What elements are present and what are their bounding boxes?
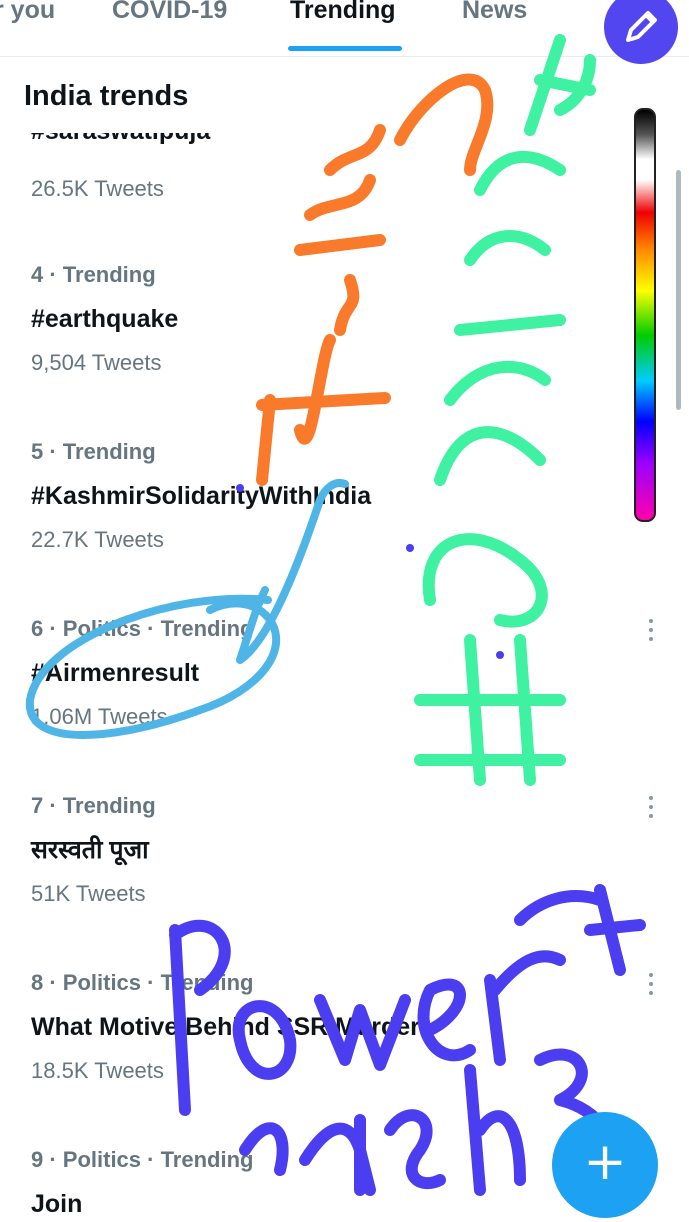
plus-icon: +: [583, 1132, 627, 1192]
orange-trending-annotation: [256, 73, 494, 486]
marker-annotations: [25, 34, 646, 1196]
blue-arrow-annotation: [236, 479, 349, 664]
green-hashtag-annotation: [414, 34, 596, 786]
new-tweet-fab[interactable]: +: [552, 1112, 658, 1218]
blue-circle-annotation: [25, 594, 281, 739]
